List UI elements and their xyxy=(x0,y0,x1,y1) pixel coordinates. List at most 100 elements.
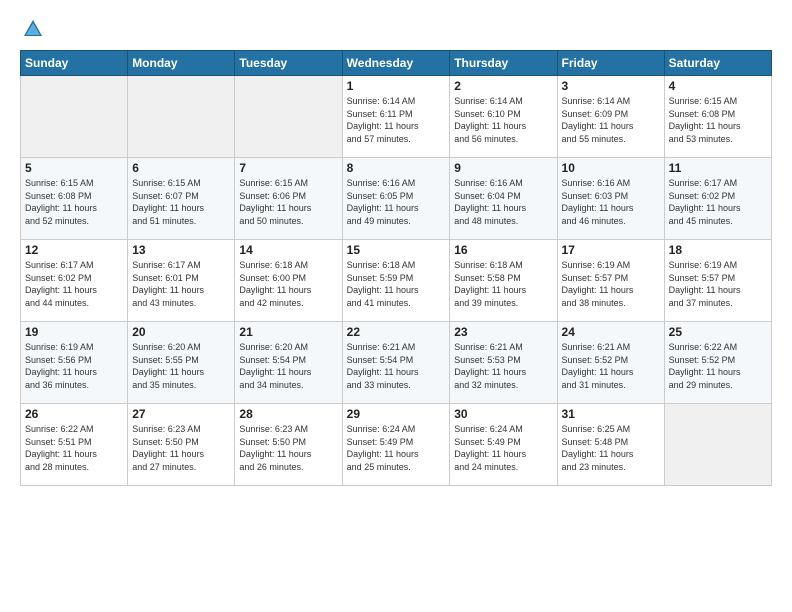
calendar-cell xyxy=(21,76,128,158)
weekday-header-row: SundayMondayTuesdayWednesdayThursdayFrid… xyxy=(21,51,772,76)
day-info: Sunrise: 6:23 AM Sunset: 5:50 PM Dayligh… xyxy=(132,423,230,473)
calendar-cell: 29 Sunrise: 6:24 AM Sunset: 5:49 PM Dayli… xyxy=(342,404,450,486)
calendar-cell: 9 Sunrise: 6:16 AM Sunset: 6:04 PM Daylig… xyxy=(450,158,557,240)
weekday-header-tuesday: Tuesday xyxy=(235,51,342,76)
day-number: 12 xyxy=(25,243,123,257)
week-row-3: 12 Sunrise: 6:17 AM Sunset: 6:02 PM Dayli… xyxy=(21,240,772,322)
day-number: 26 xyxy=(25,407,123,421)
day-info: Sunrise: 6:24 AM Sunset: 5:49 PM Dayligh… xyxy=(454,423,552,473)
day-number: 17 xyxy=(562,243,660,257)
day-number: 14 xyxy=(239,243,337,257)
day-info: Sunrise: 6:15 AM Sunset: 6:08 PM Dayligh… xyxy=(669,95,767,145)
calendar-cell: 20Sunrise: 6:20 AM Sunset: 5:55 PM Dayli… xyxy=(128,322,235,404)
day-number: 15 xyxy=(347,243,446,257)
weekday-header-thursday: Thursday xyxy=(450,51,557,76)
day-number: 21 xyxy=(239,325,337,339)
calendar-cell: 18Sunrise: 6:19 AM Sunset: 5:57 PM Dayli… xyxy=(664,240,771,322)
logo xyxy=(20,18,44,40)
day-info: Sunrise: 6:21 AM Sunset: 5:52 PM Dayligh… xyxy=(562,341,660,391)
day-info: Sunrise: 6:22 AM Sunset: 5:51 PM Dayligh… xyxy=(25,423,123,473)
week-row-2: 5 Sunrise: 6:15 AM Sunset: 6:08 PM Daylig… xyxy=(21,158,772,240)
day-number: 25 xyxy=(669,325,767,339)
day-number: 3 xyxy=(562,79,660,93)
weekday-header-monday: Monday xyxy=(128,51,235,76)
calendar-table: SundayMondayTuesdayWednesdayThursdayFrid… xyxy=(20,50,772,486)
calendar-cell: 25 Sunrise: 6:22 AM Sunset: 5:52 PM Dayli… xyxy=(664,322,771,404)
calendar-cell: 8 Sunrise: 6:16 AM Sunset: 6:05 PM Daylig… xyxy=(342,158,450,240)
day-number: 31 xyxy=(562,407,660,421)
calendar-cell xyxy=(128,76,235,158)
calendar-cell: 21 Sunrise: 6:20 AM Sunset: 5:54 PM Dayli… xyxy=(235,322,342,404)
day-number: 13 xyxy=(132,243,230,257)
day-info: Sunrise: 6:16 AM Sunset: 6:03 PM Dayligh… xyxy=(562,177,660,227)
calendar-cell: 13 Sunrise: 6:17 AM Sunset: 6:01 PM Dayli… xyxy=(128,240,235,322)
day-number: 18 xyxy=(669,243,767,257)
calendar-cell: 22 Sunrise: 6:21 AM Sunset: 5:54 PM Dayli… xyxy=(342,322,450,404)
calendar-cell: 23Sunrise: 6:21 AM Sunset: 5:53 PM Dayli… xyxy=(450,322,557,404)
day-info: Sunrise: 6:21 AM Sunset: 5:53 PM Dayligh… xyxy=(454,341,552,391)
calendar-cell: 26 Sunrise: 6:22 AM Sunset: 5:51 PM Dayli… xyxy=(21,404,128,486)
day-number: 5 xyxy=(25,161,123,175)
day-info: Sunrise: 6:17 AM Sunset: 6:01 PM Dayligh… xyxy=(132,259,230,309)
day-info: Sunrise: 6:19 AM Sunset: 5:57 PM Dayligh… xyxy=(562,259,660,309)
calendar-cell: 31 Sunrise: 6:25 AM Sunset: 5:48 PM Dayli… xyxy=(557,404,664,486)
day-number: 10 xyxy=(562,161,660,175)
day-number: 4 xyxy=(669,79,767,93)
day-number: 2 xyxy=(454,79,552,93)
day-number: 7 xyxy=(239,161,337,175)
day-info: Sunrise: 6:19 AM Sunset: 5:56 PM Dayligh… xyxy=(25,341,123,391)
day-number: 8 xyxy=(347,161,446,175)
calendar-cell: 6Sunrise: 6:15 AM Sunset: 6:07 PM Daylig… xyxy=(128,158,235,240)
day-info: Sunrise: 6:14 AM Sunset: 6:09 PM Dayligh… xyxy=(562,95,660,145)
calendar-cell: 5 Sunrise: 6:15 AM Sunset: 6:08 PM Daylig… xyxy=(21,158,128,240)
day-info: Sunrise: 6:25 AM Sunset: 5:48 PM Dayligh… xyxy=(562,423,660,473)
day-info: Sunrise: 6:15 AM Sunset: 6:06 PM Dayligh… xyxy=(239,177,337,227)
day-info: Sunrise: 6:23 AM Sunset: 5:50 PM Dayligh… xyxy=(239,423,337,473)
day-number: 11 xyxy=(669,161,767,175)
calendar-cell: 17 Sunrise: 6:19 AM Sunset: 5:57 PM Dayli… xyxy=(557,240,664,322)
day-info: Sunrise: 6:22 AM Sunset: 5:52 PM Dayligh… xyxy=(669,341,767,391)
calendar-cell: 1 Sunrise: 6:14 AM Sunset: 6:11 PM Daylig… xyxy=(342,76,450,158)
day-info: Sunrise: 6:14 AM Sunset: 6:11 PM Dayligh… xyxy=(347,95,446,145)
day-info: Sunrise: 6:20 AM Sunset: 5:55 PM Dayligh… xyxy=(132,341,230,391)
day-info: Sunrise: 6:17 AM Sunset: 6:02 PM Dayligh… xyxy=(25,259,123,309)
day-number: 9 xyxy=(454,161,552,175)
week-row-4: 19Sunrise: 6:19 AM Sunset: 5:56 PM Dayli… xyxy=(21,322,772,404)
calendar-cell: 30Sunrise: 6:24 AM Sunset: 5:49 PM Dayli… xyxy=(450,404,557,486)
day-number: 27 xyxy=(132,407,230,421)
calendar-cell: 2 Sunrise: 6:14 AM Sunset: 6:10 PM Daylig… xyxy=(450,76,557,158)
calendar-cell xyxy=(664,404,771,486)
day-info: Sunrise: 6:16 AM Sunset: 6:04 PM Dayligh… xyxy=(454,177,552,227)
day-number: 22 xyxy=(347,325,446,339)
calendar-cell: 15 Sunrise: 6:18 AM Sunset: 5:59 PM Dayli… xyxy=(342,240,450,322)
weekday-header-wednesday: Wednesday xyxy=(342,51,450,76)
calendar-cell: 16Sunrise: 6:18 AM Sunset: 5:58 PM Dayli… xyxy=(450,240,557,322)
day-number: 24 xyxy=(562,325,660,339)
page: SundayMondayTuesdayWednesdayThursdayFrid… xyxy=(0,0,792,612)
day-info: Sunrise: 6:24 AM Sunset: 5:49 PM Dayligh… xyxy=(347,423,446,473)
calendar-cell: 11Sunrise: 6:17 AM Sunset: 6:02 PM Dayli… xyxy=(664,158,771,240)
day-number: 6 xyxy=(132,161,230,175)
day-info: Sunrise: 6:16 AM Sunset: 6:05 PM Dayligh… xyxy=(347,177,446,227)
day-number: 29 xyxy=(347,407,446,421)
week-row-1: 1 Sunrise: 6:14 AM Sunset: 6:11 PM Daylig… xyxy=(21,76,772,158)
day-info: Sunrise: 6:14 AM Sunset: 6:10 PM Dayligh… xyxy=(454,95,552,145)
weekday-header-saturday: Saturday xyxy=(664,51,771,76)
day-info: Sunrise: 6:18 AM Sunset: 6:00 PM Dayligh… xyxy=(239,259,337,309)
day-info: Sunrise: 6:20 AM Sunset: 5:54 PM Dayligh… xyxy=(239,341,337,391)
day-number: 1 xyxy=(347,79,446,93)
calendar-cell: 28Sunrise: 6:23 AM Sunset: 5:50 PM Dayli… xyxy=(235,404,342,486)
header xyxy=(20,18,772,40)
calendar-cell: 4 Sunrise: 6:15 AM Sunset: 6:08 PM Daylig… xyxy=(664,76,771,158)
day-info: Sunrise: 6:15 AM Sunset: 6:08 PM Dayligh… xyxy=(25,177,123,227)
day-info: Sunrise: 6:18 AM Sunset: 5:58 PM Dayligh… xyxy=(454,259,552,309)
calendar-cell: 14 Sunrise: 6:18 AM Sunset: 6:00 PM Dayli… xyxy=(235,240,342,322)
calendar-cell: 19Sunrise: 6:19 AM Sunset: 5:56 PM Dayli… xyxy=(21,322,128,404)
day-info: Sunrise: 6:18 AM Sunset: 5:59 PM Dayligh… xyxy=(347,259,446,309)
calendar-cell: 27 Sunrise: 6:23 AM Sunset: 5:50 PM Dayli… xyxy=(128,404,235,486)
day-info: Sunrise: 6:21 AM Sunset: 5:54 PM Dayligh… xyxy=(347,341,446,391)
weekday-header-sunday: Sunday xyxy=(21,51,128,76)
calendar-cell: 10 Sunrise: 6:16 AM Sunset: 6:03 PM Dayli… xyxy=(557,158,664,240)
calendar-cell: 24 Sunrise: 6:21 AM Sunset: 5:52 PM Dayli… xyxy=(557,322,664,404)
calendar-cell: 7 Sunrise: 6:15 AM Sunset: 6:06 PM Daylig… xyxy=(235,158,342,240)
